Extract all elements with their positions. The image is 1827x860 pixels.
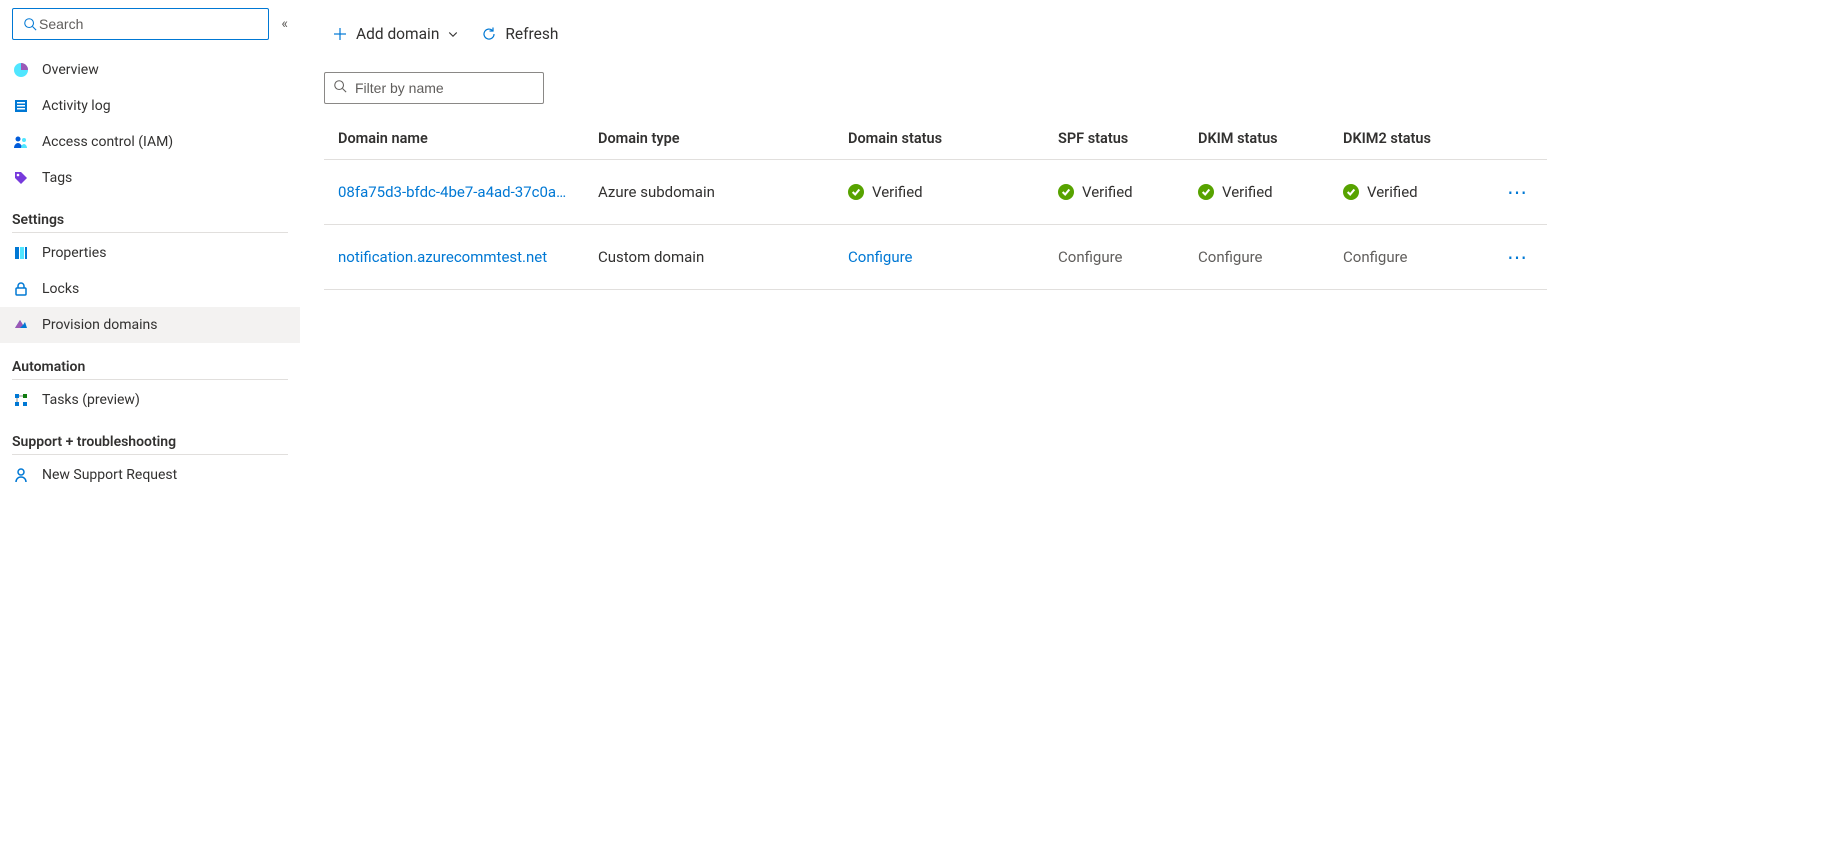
verified-icon xyxy=(1198,184,1214,200)
domain-status-cell: Verified xyxy=(848,183,923,201)
table-row: notification.azurecommtest.net Custom do… xyxy=(324,225,1547,290)
add-domain-label: Add domain xyxy=(356,25,439,43)
activity-log-icon xyxy=(12,97,30,115)
dkim2-status-cell: Configure xyxy=(1343,248,1408,266)
row-actions-button[interactable]: ⋯ xyxy=(1507,180,1529,204)
dkim2-status-cell: Verified xyxy=(1343,183,1418,201)
refresh-label: Refresh xyxy=(505,25,558,43)
th-domain-type[interactable]: Domain type xyxy=(584,116,834,160)
spf-status-cell: Verified xyxy=(1058,183,1133,201)
sidebar-item-overview[interactable]: Overview xyxy=(0,52,300,88)
main-content: Add domain Refresh Domain name Domain ty… xyxy=(300,0,1827,860)
sidebar: « Overview Activity log Access control (… xyxy=(0,0,300,860)
search-icon xyxy=(21,15,39,33)
sidebar-item-label: Overview xyxy=(42,62,99,78)
sidebar-item-tags[interactable]: Tags xyxy=(0,160,300,196)
sidebar-item-access-control[interactable]: Access control (IAM) xyxy=(0,124,300,160)
sidebar-group-settings: Settings xyxy=(12,202,288,233)
th-domain-status[interactable]: Domain status xyxy=(834,116,1044,160)
sidebar-item-provision-domains[interactable]: Provision domains xyxy=(0,307,300,343)
sidebar-item-label: Activity log xyxy=(42,98,111,114)
sidebar-item-label: Properties xyxy=(42,245,106,261)
configure-link[interactable]: Configure xyxy=(848,248,913,266)
th-dkim2-status[interactable]: DKIM2 status xyxy=(1329,116,1484,160)
verified-icon xyxy=(1058,184,1074,200)
filter-search-icon xyxy=(333,79,347,97)
tags-icon xyxy=(12,169,30,187)
sidebar-item-label: Tags xyxy=(42,170,72,186)
tasks-icon xyxy=(12,391,30,409)
verified-icon xyxy=(848,184,864,200)
row-actions-button[interactable]: ⋯ xyxy=(1507,245,1529,269)
sidebar-group-automation: Automation xyxy=(12,349,288,380)
sidebar-search[interactable] xyxy=(12,8,269,40)
overview-icon xyxy=(12,61,30,79)
dkim-status-cell: Verified xyxy=(1198,183,1273,201)
table-row: 08fa75d3-bfdc-4be7-a4ad-37c0a… Azure sub… xyxy=(324,160,1547,225)
properties-icon xyxy=(12,244,30,262)
domain-type-cell: Custom domain xyxy=(584,225,834,290)
th-spf-status[interactable]: SPF status xyxy=(1044,116,1184,160)
th-actions xyxy=(1484,116,1547,160)
sidebar-item-tasks[interactable]: Tasks (preview) xyxy=(0,382,300,418)
sidebar-item-label: Locks xyxy=(42,281,79,297)
add-domain-button[interactable]: Add domain xyxy=(332,25,459,43)
sidebar-item-properties[interactable]: Properties xyxy=(0,235,300,271)
th-domain-name[interactable]: Domain name xyxy=(324,116,584,160)
sidebar-item-activity-log[interactable]: Activity log xyxy=(0,88,300,124)
sidebar-item-locks[interactable]: Locks xyxy=(0,271,300,307)
provision-domains-icon xyxy=(12,316,30,334)
filter-input[interactable] xyxy=(355,80,535,96)
chevron-down-icon xyxy=(447,28,459,40)
verified-icon xyxy=(1343,184,1359,200)
sidebar-search-input[interactable] xyxy=(39,16,260,32)
sidebar-item-new-support-request[interactable]: New Support Request xyxy=(0,457,300,493)
dkim-status-cell: Configure xyxy=(1198,248,1263,266)
refresh-button[interactable]: Refresh xyxy=(481,25,558,43)
sidebar-item-label: Tasks (preview) xyxy=(42,392,140,408)
sidebar-item-label: Provision domains xyxy=(42,317,157,333)
command-bar: Add domain Refresh xyxy=(324,12,1827,56)
refresh-icon xyxy=(481,26,497,42)
domain-name-link[interactable]: notification.azurecommtest.net xyxy=(338,248,547,266)
domain-type-cell: Azure subdomain xyxy=(584,160,834,225)
support-icon xyxy=(12,466,30,484)
sidebar-item-label: New Support Request xyxy=(42,467,177,483)
collapse-sidebar-icon[interactable]: « xyxy=(281,16,288,32)
sidebar-group-support: Support + troubleshooting xyxy=(12,424,288,455)
th-dkim-status[interactable]: DKIM status xyxy=(1184,116,1329,160)
table-header-row: Domain name Domain type Domain status SP… xyxy=(324,116,1547,160)
spf-status-cell: Configure xyxy=(1058,248,1123,266)
plus-icon xyxy=(332,26,348,42)
sidebar-item-label: Access control (IAM) xyxy=(42,134,173,150)
domain-name-link[interactable]: 08fa75d3-bfdc-4be7-a4ad-37c0a… xyxy=(338,183,566,201)
access-control-icon xyxy=(12,133,30,151)
domains-table: Domain name Domain type Domain status SP… xyxy=(324,116,1547,290)
lock-icon xyxy=(12,280,30,298)
filter-box[interactable] xyxy=(324,72,544,104)
